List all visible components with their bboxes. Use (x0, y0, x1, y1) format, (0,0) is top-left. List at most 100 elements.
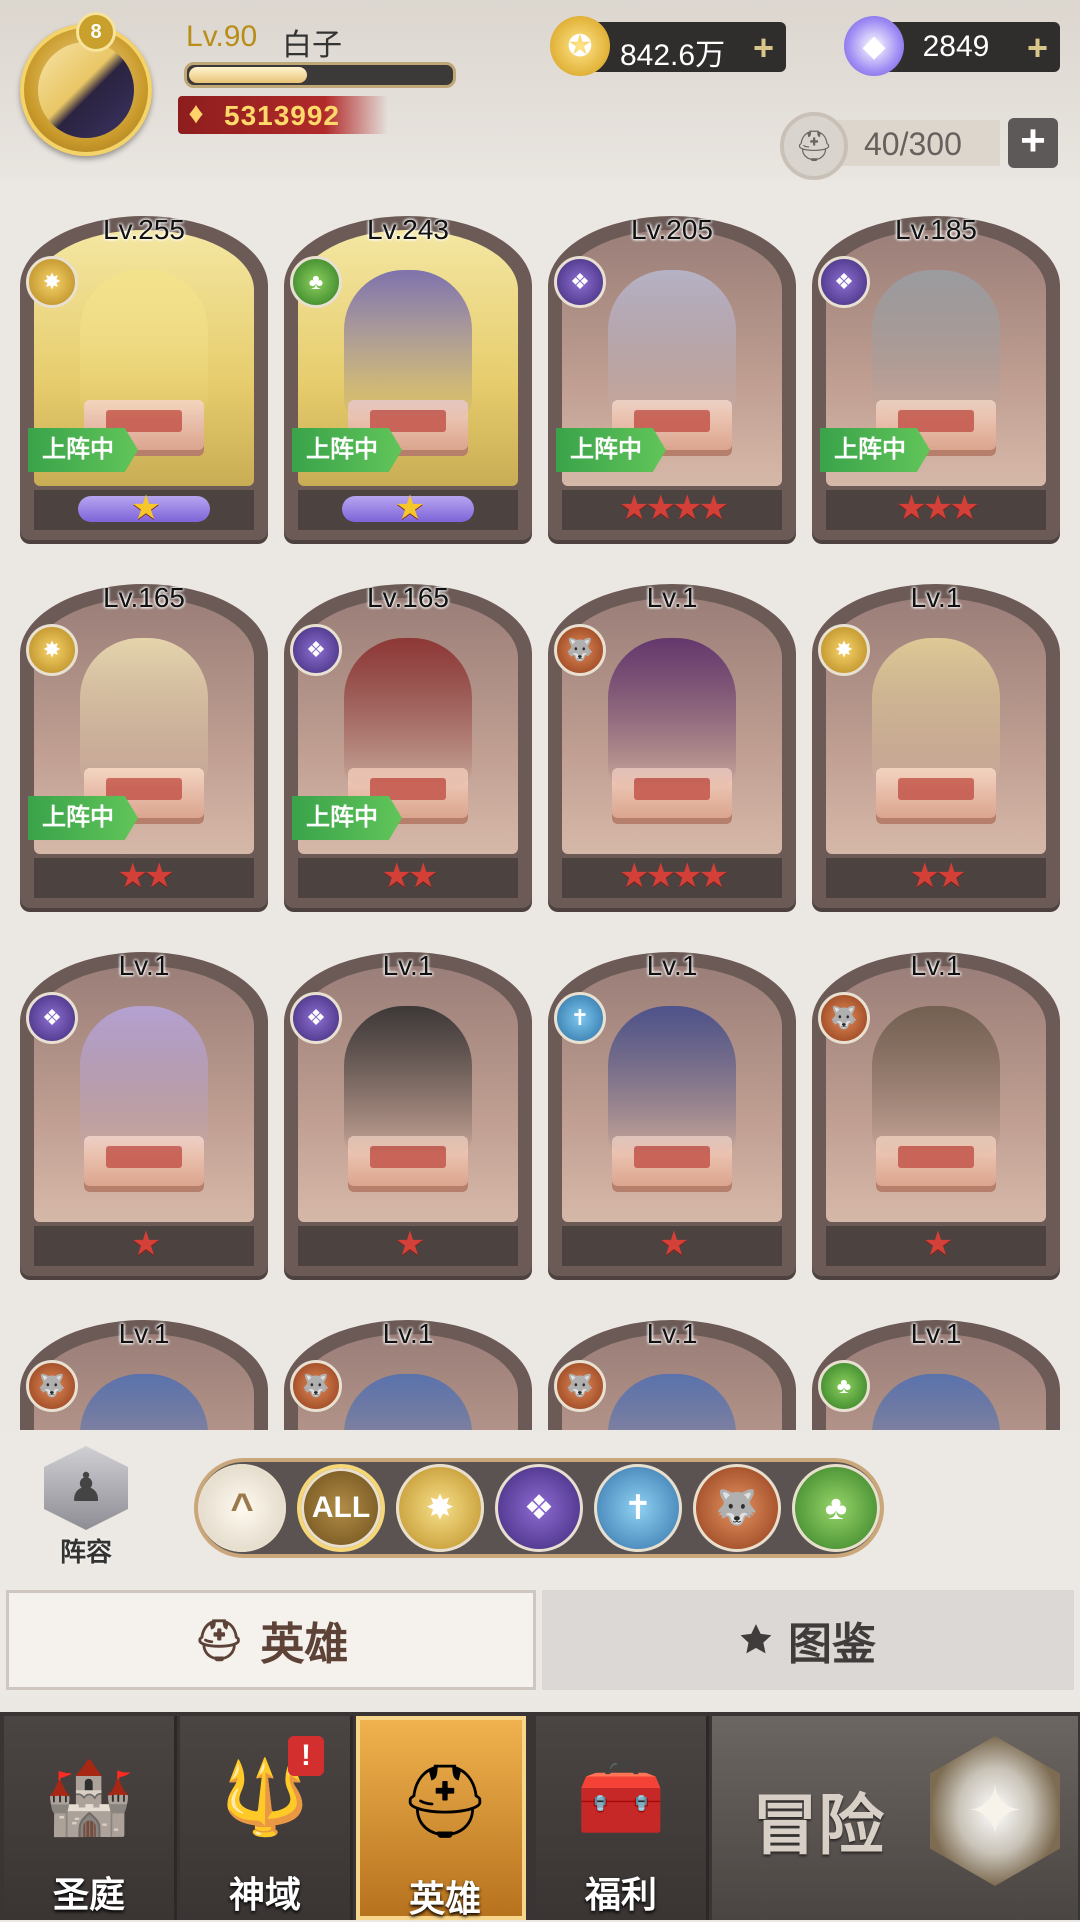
hero-card[interactable]: Lv.1 ✸ ★★ (812, 568, 1060, 908)
hero-sprite (872, 638, 1000, 788)
light-faction-icon: ✸ (425, 1489, 455, 1527)
nav-adventure-label: 冒险 (752, 1788, 884, 1862)
treasure-chest-icon: 🧰 (576, 1757, 666, 1838)
hero-card[interactable]: Lv.1 🐺 (20, 1304, 268, 1430)
dark-faction-icon: ❖ (554, 256, 606, 308)
player-avatar[interactable]: 8 (8, 10, 168, 160)
hero-level: Lv.165 (103, 582, 185, 613)
beast-faction-icon: 🐺 (715, 1489, 759, 1527)
add-gem-button[interactable]: + (1027, 27, 1048, 69)
compass-icon: ✦ (930, 1736, 1060, 1886)
light-faction-icon: ✸ (26, 624, 78, 676)
hero-level: Lv.243 (367, 214, 449, 245)
player-level: Lv.90 (186, 20, 258, 53)
hero-sprite (608, 1006, 736, 1156)
hero-slots-value: 40/300 (864, 126, 962, 162)
hero-card[interactable]: Lv.1 ♣ (812, 1304, 1060, 1430)
hero-sprite (872, 270, 1000, 420)
order-faction-icon: ✝ (623, 1489, 653, 1527)
order-faction-icon: ✝ (554, 992, 606, 1044)
dark-faction-icon: ❖ (26, 992, 78, 1044)
lineup-button[interactable]: ♟ 阵容 (36, 1446, 136, 1567)
dark-faction-icon: ❖ (818, 256, 870, 308)
deployed-tag: 上阵中 (556, 428, 666, 472)
star-rating: ★ (130, 1225, 161, 1263)
nature-faction-icon: ♣ (290, 256, 342, 308)
nav-welfare-label: 福利 (584, 1874, 657, 1915)
dark-faction-icon: ❖ (290, 992, 342, 1044)
beast-faction-icon: 🐺 (290, 1360, 342, 1412)
hero-card[interactable]: Lv.1 🐺 ★★★★ (548, 568, 796, 908)
filter-collapse-button[interactable]: ^ (198, 1464, 286, 1552)
nav-divine[interactable]: 🔱 ! 神域 (180, 1716, 353, 1920)
hero-level: Lv.165 (367, 582, 449, 613)
filter-all-button[interactable]: ALL (297, 1464, 385, 1552)
hero-card[interactable]: Lv.1 ❖ ★ (20, 936, 268, 1276)
gem-value: 2849 (922, 30, 990, 63)
hero-level: Lv.1 (382, 950, 434, 981)
add-gold-button[interactable]: + (753, 27, 774, 69)
filter-label: ALL (311, 1491, 371, 1524)
tab-codex[interactable]: 🟊 图鉴 (542, 1590, 1074, 1690)
hero-card[interactable]: Lv.165 ✸ 上阵中 ★★ (20, 568, 268, 908)
light-faction-icon: ✸ (26, 256, 78, 308)
nav-adventure[interactable]: 冒险 ✦ (712, 1716, 1078, 1920)
vip-badge: 8 (76, 12, 116, 52)
hero-level: Lv.185 (895, 214, 977, 245)
star-rating: ★ (130, 489, 161, 527)
filter-beast-button[interactable]: 🐺 (693, 1464, 781, 1552)
hero-sprite (872, 1006, 1000, 1156)
nature-faction-icon: ♣ (824, 1488, 848, 1527)
star-book-icon: 🟊 (740, 1618, 772, 1662)
filter-dark-button[interactable]: ❖ (495, 1464, 583, 1552)
hero-card[interactable]: Lv.1 🐺 (284, 1304, 532, 1430)
hero-card[interactable]: Lv.1 ✝ ★ (548, 936, 796, 1276)
hero-card[interactable]: Lv.1 🐺 ★ (812, 936, 1060, 1276)
hero-sprite (344, 638, 472, 788)
star-rating: ★ (394, 489, 425, 527)
nature-faction-icon: ♣ (818, 1360, 870, 1412)
hero-level: Lv.1 (646, 1318, 698, 1349)
hero-card[interactable]: Lv.243 ♣ 上阵中 ★ (284, 200, 532, 540)
expand-slots-button[interactable]: + (1008, 118, 1058, 168)
hero-card[interactable]: Lv.185 ❖ 上阵中 ★★★ (812, 200, 1060, 540)
filter-light-button[interactable]: ✸ (396, 1464, 484, 1552)
filter-nature-button[interactable]: ♣ (792, 1464, 880, 1552)
hero-card[interactable]: Lv.165 ❖ 上阵中 ★★ (284, 568, 532, 908)
top-bar: 8 Lv.90 白子 ♦ 5313992 ✪ 842.6万 + ◆ 2849 +… (0, 0, 1080, 180)
beast-faction-icon: 🐺 (26, 1360, 78, 1412)
beast-faction-icon: 🐺 (818, 992, 870, 1044)
hero-card[interactable]: Lv.255 ✸ 上阵中 ★ (20, 200, 268, 540)
nav-welfare[interactable]: 🧰 福利 (536, 1716, 709, 1920)
tab-codex-label: 图鉴 (788, 1620, 876, 1669)
hero-slots: ⛑ 40/300 + (780, 112, 1058, 180)
hero-sprite (80, 1006, 208, 1156)
star-rating: ★★ (381, 857, 439, 895)
hero-card[interactable]: Lv.205 ❖ 上阵中 ★★★★ (548, 200, 796, 540)
lineup-label: 阵容 (59, 1537, 112, 1567)
hero-sprite (80, 270, 208, 420)
gold-counter: ✪ 842.6万 + (550, 16, 786, 76)
hero-card[interactable]: Lv.1 ❖ ★ (284, 936, 532, 1276)
hero-card[interactable]: Lv.1 🐺 (548, 1304, 796, 1430)
dark-faction-icon: ❖ (523, 1489, 555, 1527)
star-rating: ★ (922, 1225, 953, 1263)
chess-pawn-icon: ♟ (44, 1446, 128, 1530)
nav-court[interactable]: 🏰 圣庭 (4, 1716, 177, 1920)
filter-bar: ♟ 阵容 ^ ALL ✸ ❖ ✝ 🐺 ♣ (0, 1430, 1080, 1586)
gem-counter: ◆ 2849 + (844, 16, 1060, 76)
filter-order-button[interactable]: ✝ (594, 1464, 682, 1552)
star-rating: ★ (394, 1225, 425, 1263)
player-name: 白子 (282, 29, 342, 62)
nav-heroes[interactable]: ⛑ 英雄 (356, 1716, 526, 1920)
beast-faction-icon: 🐺 (554, 624, 606, 676)
hero-level: Lv.1 (910, 1318, 962, 1349)
exp-bar (184, 62, 456, 88)
hero-sprite (608, 638, 736, 788)
helmet-icon: ⛑ (780, 112, 848, 180)
dark-faction-icon: ❖ (290, 624, 342, 676)
star-rating: ★★ (909, 857, 967, 895)
beast-faction-icon: 🐺 (554, 1360, 606, 1412)
tab-heroes[interactable]: ⛑ 英雄 (6, 1590, 536, 1690)
hero-sprite (344, 1006, 472, 1156)
